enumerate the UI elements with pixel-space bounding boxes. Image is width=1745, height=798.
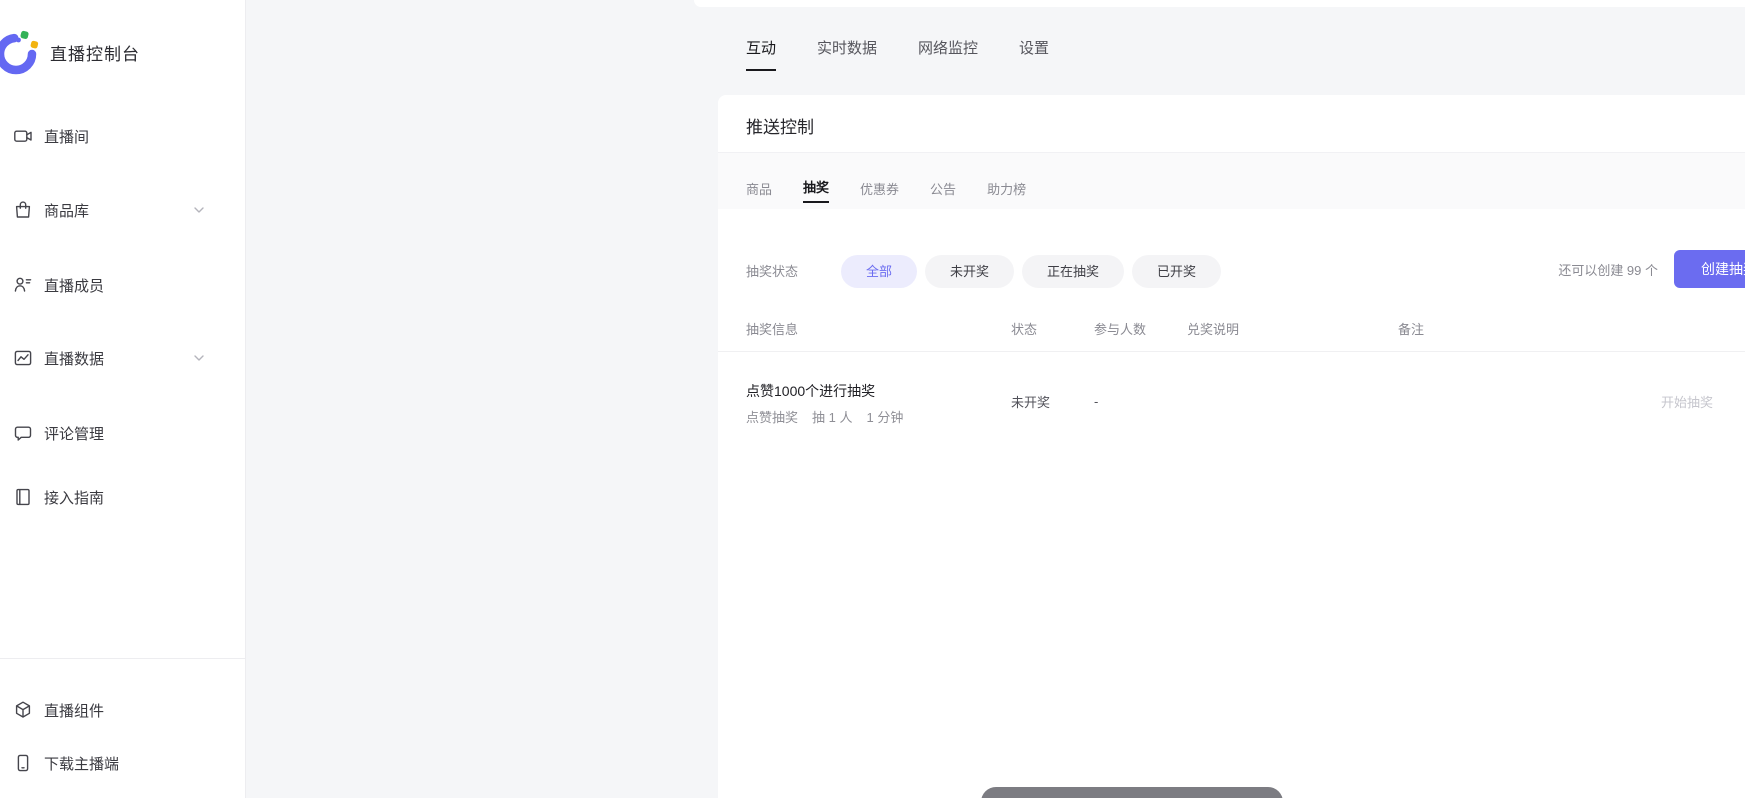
tab-settings[interactable]: 设置 — [1019, 38, 1049, 71]
filter-pill-not-drawn[interactable]: 未开奖 — [925, 255, 1014, 288]
app-title: 直播控制台 — [50, 40, 140, 65]
shopping-bag-icon — [13, 200, 33, 220]
filter-pill-drawn[interactable]: 已开奖 — [1132, 255, 1221, 288]
column-header-remark: 备注 — [1398, 308, 1626, 352]
sidebar-item-label: 下载主播端 — [44, 753, 119, 774]
remaining-quota-text: 还可以创建 99 个 — [1558, 260, 1658, 279]
subtab-coupons[interactable]: 优惠券 — [860, 181, 899, 203]
actions-cell: 开始抽奖 更多 — [1626, 352, 1745, 450]
lottery-subtitle: 点赞抽奖 抽 1 人 1 分钟 — [746, 409, 903, 427]
lottery-status-label: 抽奖状态 — [746, 255, 798, 288]
remark-cell — [1398, 352, 1626, 450]
main-tabs: 互动 实时数据 网络监控 设置 — [746, 38, 1049, 71]
cube-icon — [13, 700, 33, 720]
lottery-type: 点赞抽奖 — [746, 409, 798, 427]
subtab-products[interactable]: 商品 — [746, 181, 772, 203]
create-group: 还可以创建 99 个 创建抽奖 — [1558, 250, 1745, 288]
status-cell: 未开奖 — [1011, 352, 1094, 450]
sidebar-divider — [0, 658, 246, 659]
sidebar-item-label: 接入指南 — [44, 487, 104, 508]
push-type-tabs: 商品 抽奖 优惠券 公告 助力榜 — [718, 152, 1745, 209]
sidebar-item-live-components[interactable]: 直播组件 — [0, 690, 246, 730]
column-header-redeem-info: 兑奖说明 — [1187, 308, 1398, 352]
lottery-filter-row: 抽奖状态 全部 未开奖 正在抽奖 已开奖 还可以创建 99 个 创建抽奖 — [718, 245, 1745, 293]
tab-network-monitor[interactable]: 网络监控 — [918, 38, 978, 71]
chevron-down-icon[interactable] — [192, 351, 206, 365]
sidebar-item-label: 评论管理 — [44, 423, 104, 444]
bottom-toast-pill — [981, 787, 1283, 798]
status-filter-pills: 全部 未开奖 正在抽奖 已开奖 — [841, 255, 1221, 288]
tab-realtime-data[interactable]: 实时数据 — [817, 38, 877, 71]
create-lottery-button[interactable]: 创建抽奖 — [1674, 250, 1745, 288]
guide-book-icon — [13, 487, 33, 507]
subtab-lottery[interactable]: 抽奖 — [803, 179, 829, 203]
data-chart-icon — [13, 348, 33, 368]
push-control-panel: 推送控制 商品 抽奖 优惠券 公告 助力榜 抽奖状态 全部 未开奖 正在抽奖 已… — [718, 95, 1745, 798]
panel-title: 推送控制 — [746, 115, 814, 141]
lottery-info-cell: 点赞1000个进行抽奖 点赞抽奖 抽 1 人 1 分钟 — [746, 352, 1011, 450]
content-area: 互动 实时数据 网络监控 设置 推送控制 商品 抽奖 优惠券 公告 助力榜 抽奖… — [246, 0, 1745, 798]
sidebar-item-product-library[interactable]: 商品库 — [0, 190, 246, 230]
chevron-down-icon[interactable] — [192, 203, 206, 217]
sidebar-item-label: 直播数据 — [44, 348, 104, 369]
sidebar-item-label: 直播间 — [44, 126, 89, 147]
filter-pill-all[interactable]: 全部 — [841, 255, 917, 288]
column-header-actions: 操作 — [1626, 308, 1745, 352]
subtab-boost-rank[interactable]: 助力榜 — [987, 181, 1026, 203]
table-row: 点赞1000个进行抽奖 点赞抽奖 抽 1 人 1 分钟 未开奖 - 开始抽奖 更… — [718, 352, 1745, 450]
sidebar-item-download-anchor-app[interactable]: 下载主播端 — [0, 743, 246, 783]
sidebar-item-label: 直播成员 — [44, 275, 104, 296]
sidebar: 直播控制台 直播间 商品库 — [0, 0, 246, 798]
comment-icon — [13, 423, 33, 443]
phone-icon — [13, 753, 33, 773]
table-header-row: 抽奖信息 状态 参与人数 兑奖说明 备注 操作 — [718, 308, 1745, 352]
sidebar-item-comment-management[interactable]: 评论管理 — [0, 413, 246, 453]
live-console-page: 直播控制台 直播间 商品库 — [0, 0, 1745, 798]
lottery-title: 点赞1000个进行抽奖 — [746, 381, 875, 401]
subtab-announcement[interactable]: 公告 — [930, 181, 956, 203]
participants-cell: - — [1094, 352, 1187, 450]
app-logo-block: 直播控制台 — [0, 26, 140, 78]
start-lottery-action[interactable]: 开始抽奖 — [1661, 392, 1713, 411]
member-icon — [13, 275, 33, 295]
tab-interaction[interactable]: 互动 — [746, 38, 776, 71]
lottery-winner-count: 抽 1 人 — [812, 409, 852, 427]
sidebar-item-live-data[interactable]: 直播数据 — [0, 338, 246, 378]
sidebar-item-live-members[interactable]: 直播成员 — [0, 265, 246, 305]
redeem-cell — [1187, 352, 1398, 450]
video-camera-icon — [13, 126, 33, 146]
sidebar-item-label: 商品库 — [44, 200, 89, 221]
filter-pill-drawing[interactable]: 正在抽奖 — [1022, 255, 1124, 288]
lottery-duration: 1 分钟 — [866, 409, 903, 427]
sidebar-item-label: 直播组件 — [44, 700, 104, 721]
column-header-participants: 参与人数 — [1094, 308, 1187, 352]
sidebar-item-integration-guide[interactable]: 接入指南 — [0, 477, 246, 517]
scrolled-card-bottom-edge — [694, 0, 1745, 7]
column-header-status: 状态 — [1011, 308, 1094, 352]
column-header-lottery-info: 抽奖信息 — [746, 308, 1011, 352]
sidebar-item-live-room[interactable]: 直播间 — [0, 116, 246, 156]
app-logo-icon — [0, 28, 42, 76]
